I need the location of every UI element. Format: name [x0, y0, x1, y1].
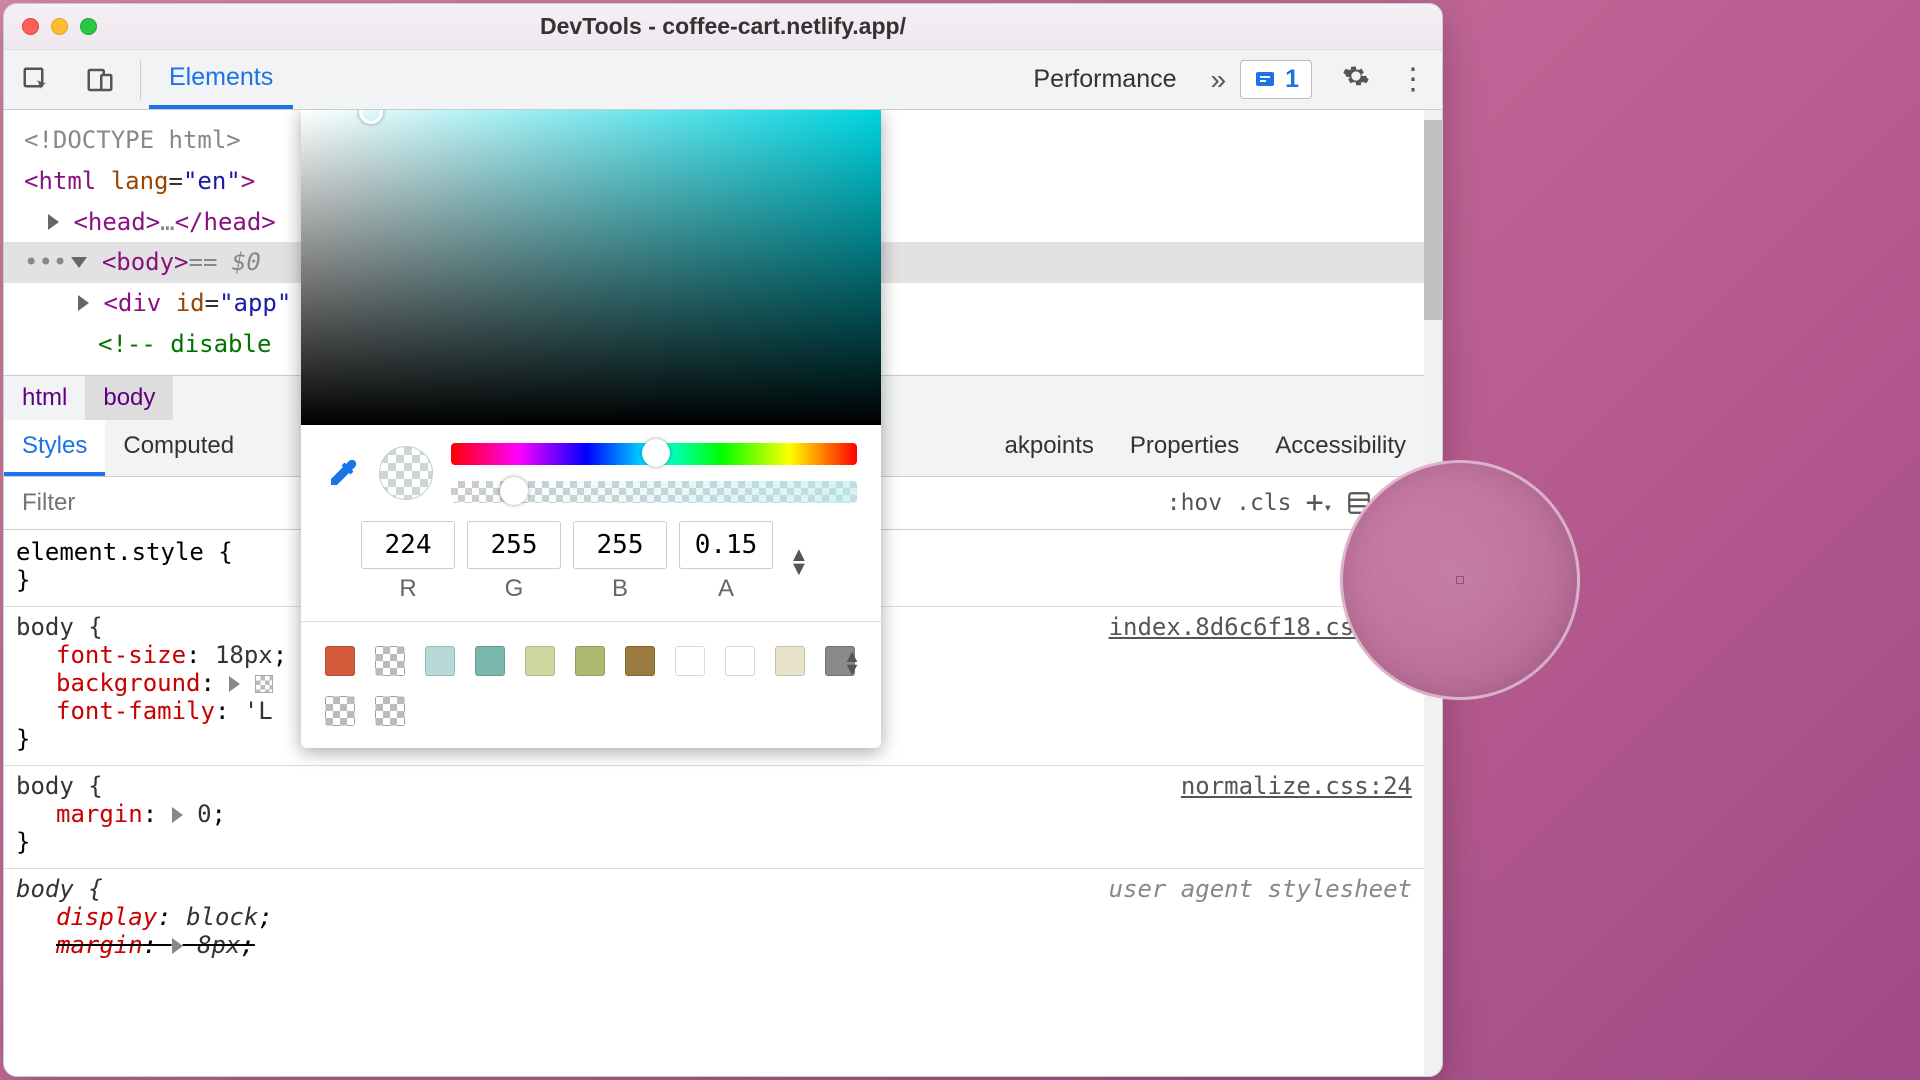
crumb-body[interactable]: body: [85, 376, 173, 420]
cls-toggle[interactable]: .cls: [1236, 490, 1291, 516]
sv-cursor[interactable]: [359, 110, 383, 124]
palette-swatch[interactable]: [325, 646, 355, 676]
eyedropper-magnifier[interactable]: [1340, 460, 1580, 700]
expand-icon[interactable]: [48, 214, 59, 230]
palette-swatch[interactable]: [475, 646, 505, 676]
a-input[interactable]: [679, 521, 773, 569]
palette-swatch[interactable]: [775, 646, 805, 676]
alpha-thumb[interactable]: [500, 477, 528, 505]
r-input[interactable]: [361, 521, 455, 569]
more-tabs-icon[interactable]: »: [1197, 64, 1241, 96]
crumb-html[interactable]: html: [4, 376, 85, 420]
format-switch-icon[interactable]: ▲▼: [789, 548, 809, 576]
tab-elements[interactable]: Elements: [149, 50, 293, 109]
collapse-icon[interactable]: [71, 257, 87, 268]
palette-swatch[interactable]: [325, 696, 355, 726]
palette-switch-icon[interactable]: ▲▼: [843, 650, 861, 675]
titlebar: DevTools - coffee-cart.netlify.app/: [4, 4, 1442, 50]
palette-swatch[interactable]: [675, 646, 705, 676]
palette-swatch[interactable]: [725, 646, 755, 676]
color-picker: R G B A ▲▼: [301, 110, 881, 748]
color-preview-swatch: [379, 446, 433, 500]
window-title: DevTools - coffee-cart.netlify.app/: [4, 13, 1442, 40]
color-value-inputs: R G B A ▲▼: [301, 521, 881, 611]
b-input[interactable]: [573, 521, 667, 569]
rule-body-2: body { normalize.css:24 margin: 0; }: [16, 772, 1412, 856]
panel-content: <!DOCTYPE html> <html lang="en"> <head>……: [4, 110, 1442, 1076]
palette-swatch[interactable]: [375, 696, 405, 726]
palette-swatch[interactable]: [575, 646, 605, 676]
source-link[interactable]: normalize.css:24: [1181, 772, 1412, 800]
saturation-value-area[interactable]: [301, 110, 881, 425]
devtools-window: DevTools - coffee-cart.netlify.app/ Elem…: [3, 3, 1443, 1077]
color-swatch-icon[interactable]: [255, 675, 273, 693]
tab-performance[interactable]: Performance: [1013, 65, 1196, 94]
issues-count: 1: [1285, 65, 1299, 94]
palette-swatch[interactable]: [525, 646, 555, 676]
scroll-thumb[interactable]: [1424, 120, 1442, 320]
subtab-computed[interactable]: Computed: [105, 420, 252, 476]
main-toolbar: Elements Performance » 1 ⋮: [4, 50, 1442, 110]
issues-button[interactable]: 1: [1240, 60, 1312, 99]
subtab-styles[interactable]: Styles: [4, 420, 105, 476]
magnifier-target-pixel: [1456, 576, 1464, 584]
subtab-breakpoints[interactable]: akpoints: [987, 420, 1112, 476]
palette-swatch[interactable]: [375, 646, 405, 676]
palette-swatch[interactable]: [625, 646, 655, 676]
g-input[interactable]: [467, 521, 561, 569]
panel-tabs: Elements: [149, 50, 293, 109]
device-toolbar-icon[interactable]: [78, 58, 122, 102]
settings-icon[interactable]: [1328, 62, 1384, 97]
palette-swatch[interactable]: [425, 646, 455, 676]
alpha-slider[interactable]: [451, 481, 857, 503]
new-rule-button[interactable]: +▾: [1306, 485, 1333, 520]
eyedropper-icon[interactable]: [325, 455, 361, 491]
subtab-properties[interactable]: Properties: [1112, 420, 1257, 476]
palette-swatches: ▲▼: [301, 632, 881, 748]
subtab-accessibility[interactable]: Accessibility: [1257, 420, 1424, 476]
ua-stylesheet-label: user agent stylesheet: [1109, 875, 1412, 903]
main-panel: <!DOCTYPE html> <html lang="en"> <head>……: [4, 110, 1424, 1076]
inspect-element-icon[interactable]: [14, 58, 58, 102]
hov-toggle[interactable]: :hov: [1167, 490, 1222, 516]
expand-icon[interactable]: [78, 295, 89, 311]
hue-thumb[interactable]: [642, 439, 670, 467]
hue-slider[interactable]: [451, 443, 857, 465]
rule-body-ua: body { user agent stylesheet display: bl…: [16, 875, 1412, 959]
